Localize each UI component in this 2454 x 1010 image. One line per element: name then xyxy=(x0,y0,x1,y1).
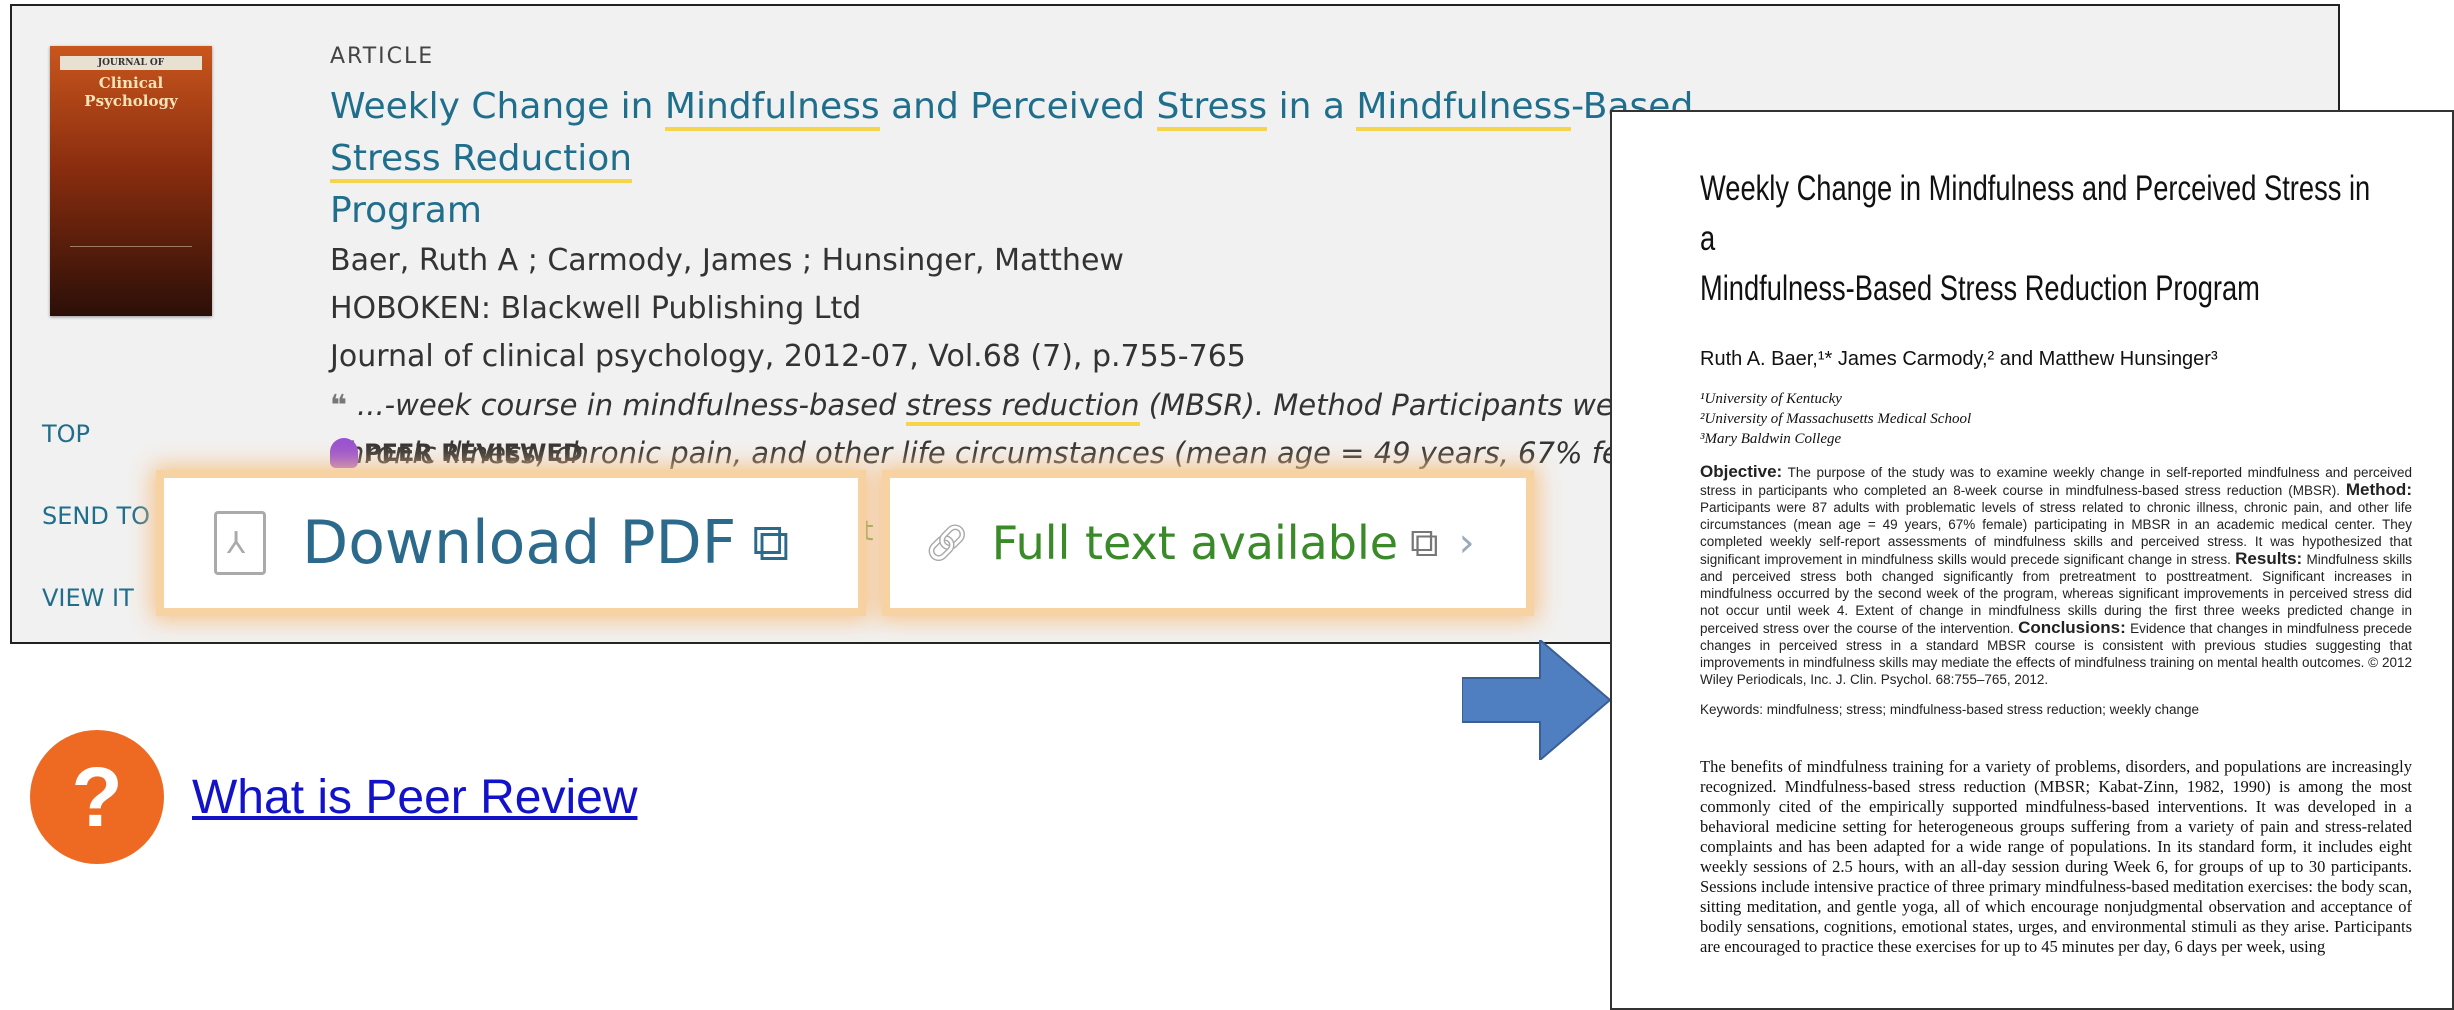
top-link[interactable]: TOP xyxy=(42,420,90,448)
title-highlight: Stress Reduction xyxy=(330,138,633,183)
external-link-icon: ⧉ xyxy=(1410,520,1439,566)
result-metadata: ARTICLE Weekly Change in Mindfulness and… xyxy=(330,44,1730,477)
abstract-label: Method: xyxy=(2345,480,2412,499)
peer-reviewed-badge: PEER REVIEWED xyxy=(330,438,583,468)
what-is-peer-review-link[interactable]: What is Peer Review xyxy=(192,770,637,825)
peer-reviewed-icon xyxy=(330,438,358,468)
abstract-label: Objective: xyxy=(1700,462,1783,481)
authors: Baer, Ruth A ; Carmody, James ; Hunsinge… xyxy=(330,243,1124,278)
title-part: Program xyxy=(330,190,482,231)
paper-abstract: Objective: The purpose of the study was … xyxy=(1700,463,2412,688)
article-type-label: ARTICLE xyxy=(330,44,435,69)
title-part: Weekly Change in xyxy=(330,86,665,127)
snippet-text: ...-week course in mindfulness-based xyxy=(357,388,906,422)
paper-title-line: Weekly Change in Mindfulness and Perceiv… xyxy=(1700,169,2371,258)
full-text-available-button[interactable]: 🔗︎ Full text available ⧉ › xyxy=(890,478,1526,608)
link-icon: 🔗︎ xyxy=(924,523,970,564)
send-to-link[interactable]: SEND TO xyxy=(42,502,150,530)
quote-icon: ❝ xyxy=(330,388,348,422)
source: Journal of clinical psychology, 2012-07,… xyxy=(330,339,1246,374)
abstract-label: Conclusions: xyxy=(2018,618,2126,637)
snippet-text: (MBSR). Method Participants were 8 xyxy=(1139,388,1672,422)
title-highlight: Mindfulness xyxy=(1356,86,1572,131)
paper-authors: Ruth A. Baer,¹* James Carmody,² and Matt… xyxy=(1700,348,2218,370)
peer-reviewed-label: PEER REVIEWED xyxy=(364,439,583,467)
paper-title-line: Mindfulness-Based Stress Reduction Progr… xyxy=(1700,269,2260,308)
abstract-label: Results: xyxy=(2235,549,2303,568)
download-pdf-label: Download PDF xyxy=(302,508,737,578)
title-part: in a xyxy=(1267,86,1357,127)
affiliation: ²University of Massachusetts Medical Sch… xyxy=(1700,411,1972,427)
affiliation: ³Mary Baldwin College xyxy=(1700,431,1842,447)
journal-cover-thumbnail[interactable]: JOURNAL OF Clinical Psychology xyxy=(50,46,212,316)
chevron-right-icon: › xyxy=(1458,520,1475,566)
cover-header: JOURNAL OF xyxy=(60,56,202,70)
paper-affiliations: ¹University of Kentucky ²University of M… xyxy=(1700,389,2412,449)
peer-review-help: ? What is Peer Review xyxy=(30,730,637,864)
download-pdf-button[interactable]: Download PDF ⧉ xyxy=(164,478,858,608)
cover-title: Clinical Psychology xyxy=(84,74,178,110)
result-title-link[interactable]: Weekly Change in Mindfulness and Perceiv… xyxy=(330,81,1730,237)
cover-decoration xyxy=(70,246,192,287)
paper-keywords: Keywords: mindfulness; stress; mindfulne… xyxy=(1700,702,2199,717)
full-text-label: Full text available xyxy=(991,516,1399,570)
publisher: HOBOKEN: Blackwell Publishing Ltd xyxy=(330,291,862,326)
external-link-icon: ⧉ xyxy=(752,512,790,573)
pdf-icon xyxy=(214,511,266,575)
snippet-line-1: ❝ ...-week course in mindfulness-based st… xyxy=(330,381,1730,429)
title-highlight: Mindfulness xyxy=(664,86,880,131)
question-icon: ? xyxy=(30,730,164,864)
view-it-link[interactable]: VIEW IT xyxy=(42,584,134,612)
abstract-text: The purpose of the study was to examine … xyxy=(1700,465,2412,498)
snippet-highlight: stress reduction xyxy=(905,388,1140,426)
paper-title: Weekly Change in Mindfulness and Perceiv… xyxy=(1700,164,2371,314)
affiliation: ¹University of Kentucky xyxy=(1700,391,1842,407)
article-preview: Weekly Change in Mindfulness and Perceiv… xyxy=(1610,110,2454,1010)
title-part: and Perceived xyxy=(879,86,1157,127)
right-arrow-icon xyxy=(1462,640,1612,760)
title-highlight: Stress xyxy=(1156,86,1268,131)
paper-body: The benefits of mindfulness training for… xyxy=(1700,757,2412,956)
